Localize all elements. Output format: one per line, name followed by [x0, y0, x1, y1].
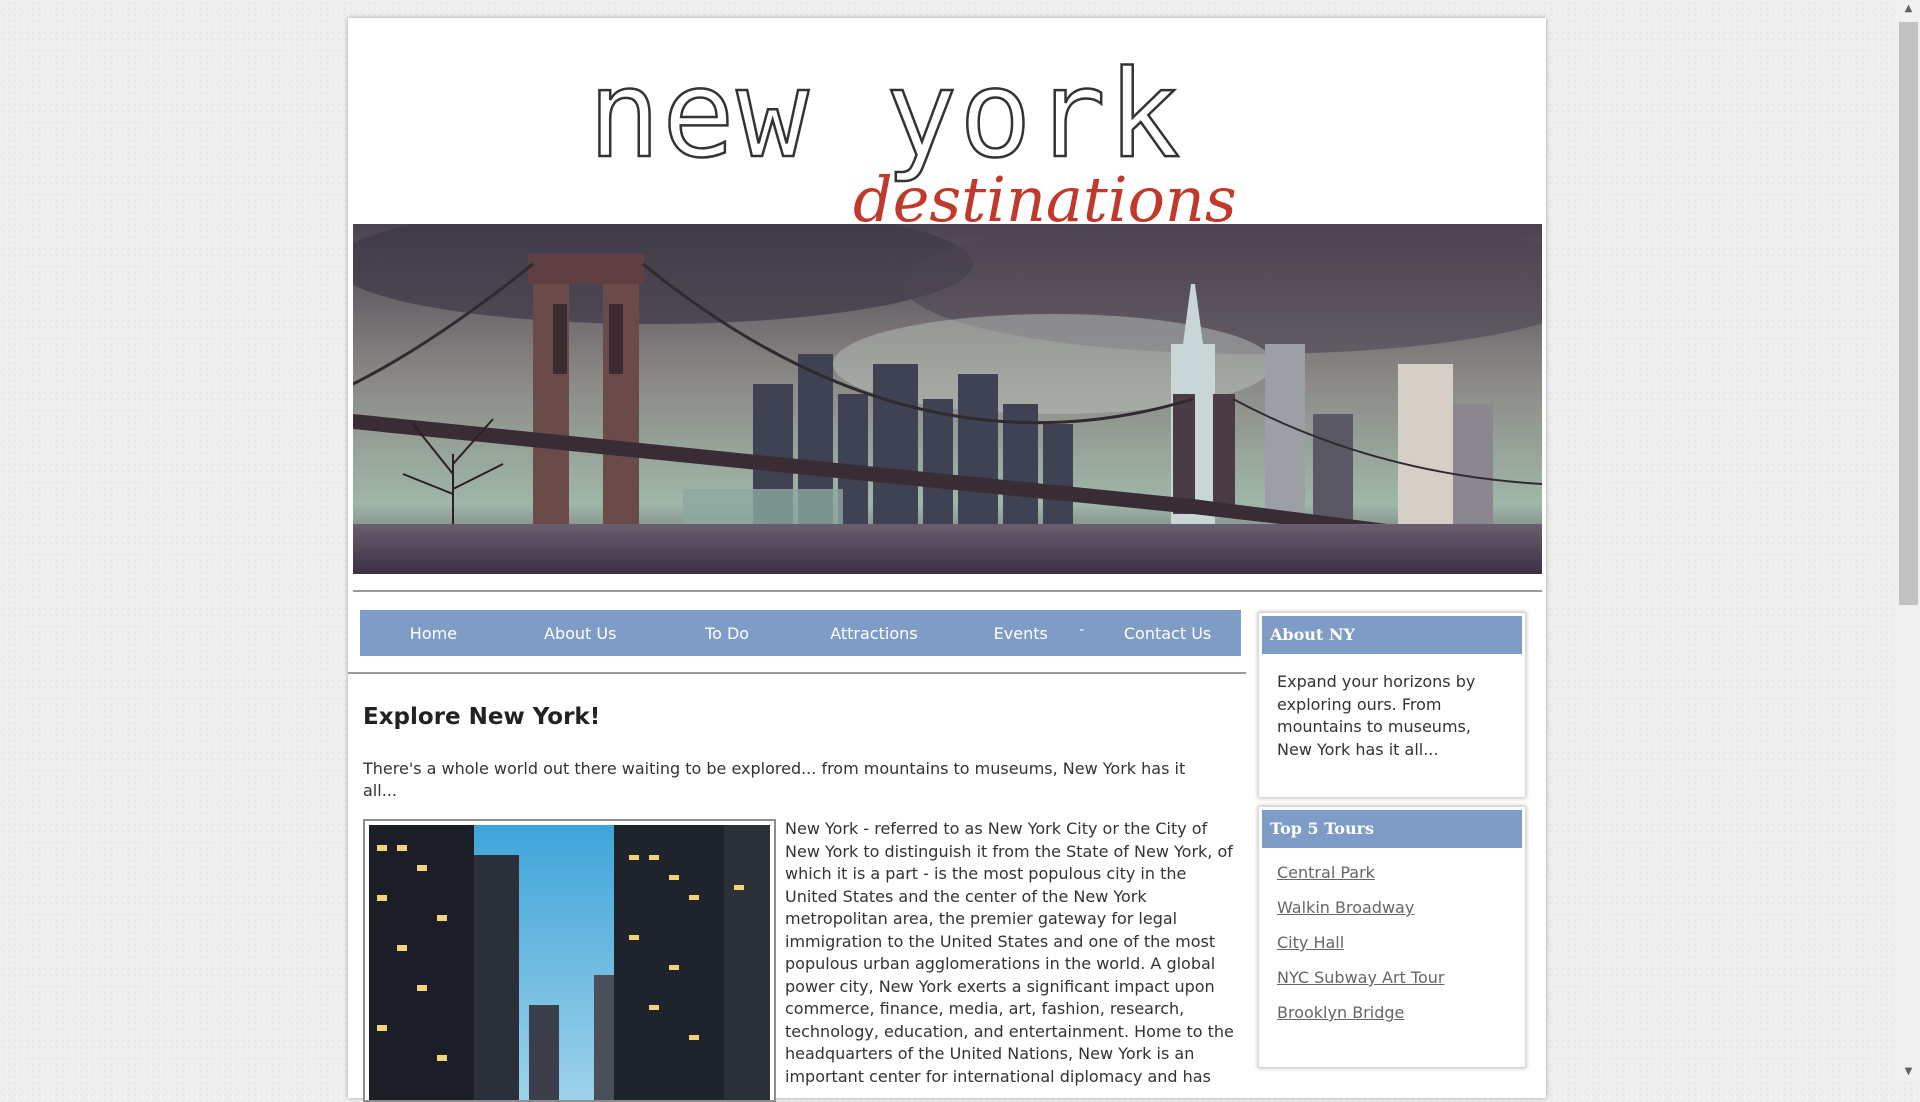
tour-link-central-park[interactable]: Central Park	[1277, 863, 1507, 882]
top-tours-title: Top 5 Tours	[1262, 810, 1522, 848]
nav-events[interactable]: Events -	[947, 622, 1094, 643]
nav-events-label: Events	[993, 623, 1048, 643]
nav-about-us[interactable]: About Us	[507, 624, 654, 643]
about-ny-text: Expand your horizons by exploring ours. …	[1277, 672, 1476, 759]
tour-list: Central Park Walkin Broadway City Hall N…	[1259, 851, 1525, 1042]
about-ny-widget: About NY Expand your horizons by explori…	[1258, 612, 1526, 798]
scroll-thumb[interactable]	[1899, 22, 1918, 605]
nav-divider	[348, 672, 1246, 674]
events-dropdown-indicator[interactable]: -	[1079, 622, 1084, 638]
hero-divider	[353, 590, 1542, 592]
hero-banner-image	[353, 224, 1542, 574]
scroll-down-arrow-icon[interactable]: ▼	[1897, 1063, 1920, 1080]
nav-home[interactable]: Home	[360, 624, 507, 643]
main-nav: Home About Us To Do Attractions Events -…	[360, 610, 1241, 656]
city-street-photo	[363, 819, 776, 1102]
page-container: new york destinations Home About Us To D…	[348, 18, 1546, 1102]
nav-contact-us-label: Contact Us	[1123, 623, 1212, 643]
scroll-up-arrow-icon[interactable]: ▲	[1897, 0, 1920, 17]
nav-to-do-label: To Do	[705, 623, 750, 643]
nav-home-label: Home	[409, 623, 458, 643]
tour-link-brooklyn-bridge[interactable]: Brooklyn Bridge	[1277, 1003, 1507, 1022]
tour-link-city-hall[interactable]: City Hall	[1277, 933, 1507, 952]
intro-text: There's a whole world out there waiting …	[363, 759, 1186, 800]
tour-link-subway-art-tour[interactable]: NYC Subway Art Tour	[1277, 968, 1507, 987]
nav-to-do[interactable]: To Do	[654, 624, 801, 643]
tour-link-walkin-broadway[interactable]: Walkin Broadway	[1277, 898, 1507, 917]
about-ny-title: About NY	[1262, 616, 1522, 654]
page-title: Explore New York!	[363, 704, 601, 730]
page-scrollbar[interactable]: ▲ ▼	[1897, 0, 1920, 1080]
top-tours-widget: Top 5 Tours Central Park Walkin Broadway…	[1258, 806, 1526, 1068]
nav-about-us-label: About Us	[544, 623, 617, 643]
site-logo[interactable]: new york destinations	[568, 26, 1368, 236]
nav-attractions[interactable]: Attractions	[800, 624, 947, 643]
nav-contact-us[interactable]: Contact Us	[1094, 624, 1241, 643]
nav-attractions-label: Attractions	[830, 623, 918, 643]
body-text: New York - referred to as New York City …	[785, 819, 1234, 1086]
